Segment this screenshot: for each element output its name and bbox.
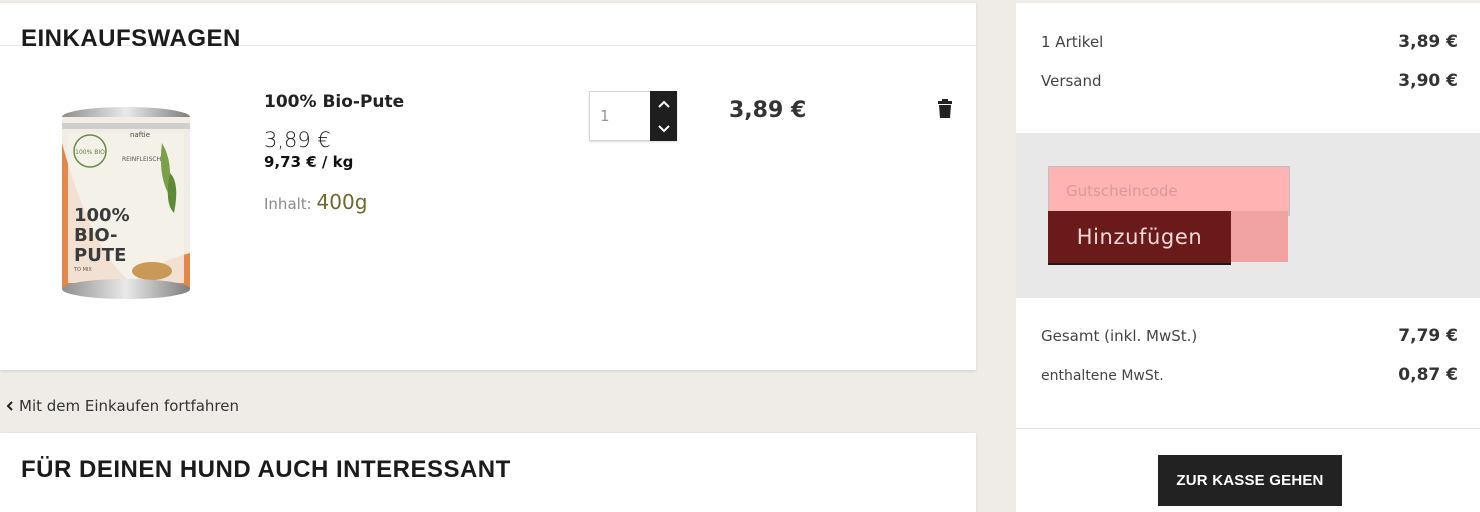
product-can-image[interactable]: 100% BIO naftie REINFLEISCH 100% BIO- PU… (52, 103, 200, 313)
can-subtitle-text: REINFLEISCH (122, 156, 161, 163)
product-name[interactable]: 100% Bio-Pute (264, 92, 404, 112)
summary-costs: 1 Artikel 3,89 € Versand 3,90 € (1016, 3, 1480, 133)
coupon-code-input[interactable] (1048, 166, 1290, 216)
cart-title: EINKAUFSWAGEN (21, 25, 241, 52)
quantity-increase-button[interactable] (650, 91, 677, 116)
summary-totals: Gesamt (inkl. MwSt.) 7,79 € enthaltene M… (1016, 298, 1480, 428)
can-line2-text: BIO- (74, 225, 118, 246)
chevron-up-icon (657, 100, 670, 108)
recommendations-title: FÜR DEINEN HUND AUCH INTERESSANT (21, 456, 511, 483)
continue-shopping-link[interactable]: Mit dem Einkaufen fortfahren (6, 397, 239, 415)
summary-vat-label: enthaltene MwSt. (1041, 368, 1164, 384)
checkout-button[interactable]: ZUR KASSE GEHEN (1158, 455, 1342, 506)
summary-items-label: 1 Artikel (1041, 33, 1104, 51)
chevron-left-icon (6, 401, 13, 411)
summary-shipping-row: Versand 3,90 € (1041, 71, 1458, 91)
product-price: 3,89 € (264, 128, 331, 152)
line-total: 3,89 € (729, 98, 807, 123)
summary-shipping-label: Versand (1041, 72, 1102, 90)
quantity-stepper (589, 91, 677, 141)
quantity-decrease-button[interactable] (650, 116, 677, 141)
content-label: Inhalt: (264, 195, 312, 213)
summary-total-value: 7,79 € (1398, 326, 1458, 346)
continue-shopping-label: Mit dem Einkaufen fortfahren (19, 397, 240, 415)
can-brand-text: naftie (130, 131, 150, 139)
can-line4-text: TO MIX (73, 267, 92, 273)
checkout-area: ZUR KASSE GEHEN (1016, 429, 1480, 512)
quantity-input[interactable] (590, 92, 650, 140)
content-value: 400g (316, 190, 368, 214)
chevron-down-icon (657, 124, 670, 132)
summary-shipping-value: 3,90 € (1398, 71, 1458, 91)
summary-total-label: Gesamt (inkl. MwSt.) (1041, 327, 1198, 345)
product-unit-price: 9,73 € / kg (264, 153, 354, 171)
can-line3-text: PUTE (74, 245, 126, 266)
summary-items-value: 3,89 € (1398, 32, 1458, 52)
recommendations-panel: FÜR DEINEN HUND AUCH INTERESSANT (0, 433, 976, 512)
can-line1-text: 100% (74, 205, 130, 226)
coupon-add-button[interactable]: Hinzufügen (1048, 211, 1231, 265)
summary-total-row: Gesamt (inkl. MwSt.) 7,79 € (1041, 326, 1458, 346)
can-badge-text: 100% BIO (75, 149, 105, 156)
product-content: Inhalt: 400g (264, 190, 367, 214)
cart-panel: EINKAUFSWAGEN 100% BIO naftie REINFLEISC… (0, 3, 976, 370)
quantity-stepper-buttons (650, 91, 677, 141)
coupon-area: Hinzufügen (1016, 133, 1480, 298)
trash-icon[interactable] (936, 99, 954, 119)
summary-vat-value: 0,87 € (1398, 365, 1458, 385)
summary-items-row: 1 Artikel 3,89 € (1041, 32, 1458, 52)
summary-vat-row: enthaltene MwSt. 0,87 € (1041, 365, 1458, 385)
